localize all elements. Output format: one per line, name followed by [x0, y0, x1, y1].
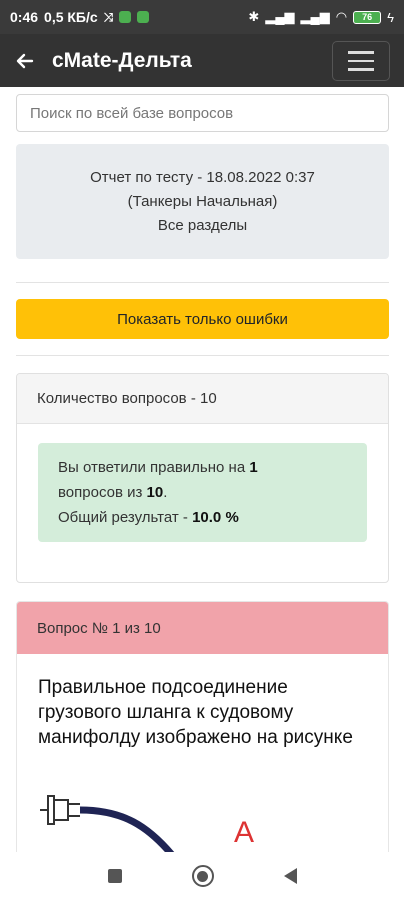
main-content[interactable]: Отчет по тесту - 18.08.2022 0:37 (Танкер… — [0, 87, 404, 852]
system-nav-bar — [0, 852, 404, 900]
status-bar: 0:46 0,5 КБ/с ⤨ ✱ ▂▄▆ ▂▄▆ ◠ 76 ϟ — [0, 0, 404, 34]
result-alert: Вы ответили правильно на 1 вопросов из 1… — [38, 443, 367, 542]
report-title: Отчет по тесту - 18.08.2022 0:37 — [90, 169, 315, 186]
battery-icon: 76 — [353, 10, 382, 24]
question-count-header: Количество вопросов - 10 — [17, 374, 388, 424]
divider — [16, 355, 389, 356]
back-triangle-icon[interactable] — [283, 868, 297, 884]
image-label: A — [234, 816, 254, 849]
total-count: 10 — [146, 484, 164, 501]
report-category: (Танкеры Начальная) — [127, 193, 278, 210]
question-card: Вопрос № 1 из 10 Правильное подсоединени… — [16, 601, 389, 852]
hose-connection-illustration: A — [40, 795, 254, 852]
menu-button[interactable] — [332, 41, 390, 81]
back-button[interactable] — [0, 34, 50, 87]
wifi-icon: ◠ — [335, 9, 348, 24]
show-errors-only-button[interactable]: Показать только ошибки — [16, 299, 389, 339]
app-notification-icon — [137, 11, 150, 23]
question-image: A — [38, 786, 368, 852]
question-number-header: Вопрос № 1 из 10 — [17, 602, 388, 654]
app-title: cMate-Дельта — [52, 48, 192, 72]
signal-icon: ▂▄▆ — [265, 9, 295, 24]
network-speed: 0,5 КБ/с — [44, 9, 98, 25]
divider — [16, 282, 389, 283]
question-text: Правильное подсоединение грузового шланг… — [38, 677, 353, 748]
app-bar: cMate-Дельта — [0, 34, 404, 87]
recents-square-icon[interactable] — [107, 869, 122, 883]
search-input[interactable] — [16, 94, 389, 132]
summary-card: Количество вопросов - 10 Вы ответили пра… — [16, 373, 389, 583]
data-saver-icon: ⤨ — [103, 9, 114, 24]
status-time: 0:46 — [10, 9, 39, 25]
hamburger-menu-icon — [348, 51, 374, 54]
home-circle-icon[interactable] — [191, 865, 214, 887]
arrow-left-icon — [16, 53, 34, 68]
report-sections: Все разделы — [157, 217, 248, 234]
charging-icon: ϟ — [387, 9, 394, 25]
correct-count: 1 — [249, 459, 258, 476]
signal-icon: ▂▄▆ — [300, 9, 330, 24]
bluetooth-icon: ✱ — [248, 9, 260, 24]
test-report-box: Отчет по тесту - 18.08.2022 0:37 (Танкер… — [16, 144, 389, 259]
app-notification-icon — [119, 11, 132, 23]
result-percent: 10.0 % — [192, 509, 239, 526]
